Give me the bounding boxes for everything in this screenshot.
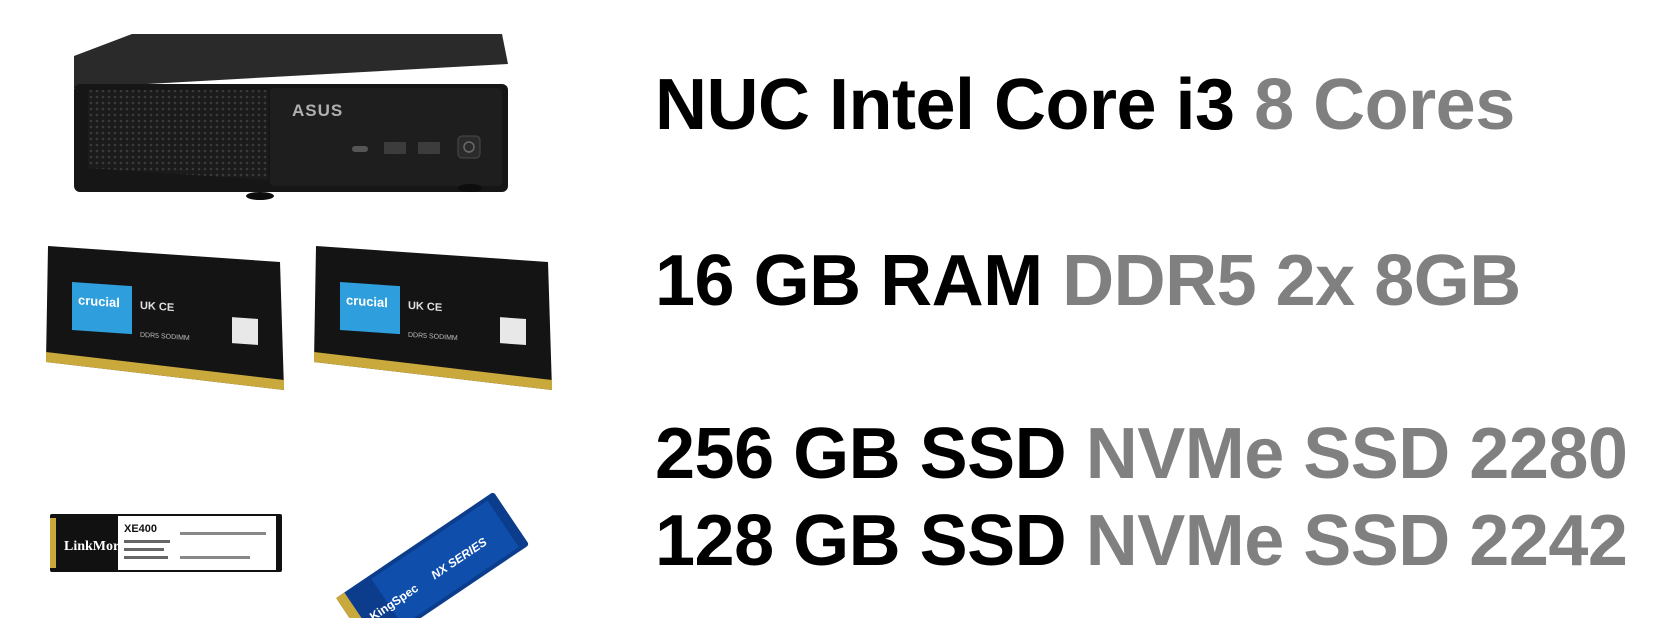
ssd-256-size: 256 GB SSD — [655, 414, 1067, 494]
cpu-cores: 8 Cores — [1254, 65, 1515, 145]
svg-text:XE400: XE400 — [124, 523, 157, 535]
ssd-128-size: 128 GB SSD — [655, 501, 1067, 581]
spec-line-ram: 16 GB RAM DDR5 2x 8GB — [655, 245, 1521, 317]
crucial-label-1: crucial — [78, 292, 120, 310]
ssd-128-type: NVMe SSD 2242 — [1085, 501, 1628, 581]
svg-text:UK CE: UK CE — [140, 300, 174, 314]
ssd-256-type: NVMe SSD 2280 — [1085, 414, 1628, 494]
nuc-mini-pc-image: ASUS — [70, 28, 510, 208]
crucial-label-2: crucial — [346, 292, 388, 310]
ram-size: 16 GB RAM — [655, 241, 1043, 321]
ram-type: DDR5 2x 8GB — [1062, 241, 1521, 321]
ram-module-image-1: crucial UK CE DDR5 SODIMM — [44, 240, 289, 400]
asus-logo: ASUS — [292, 101, 343, 120]
cpu-name: NUC Intel Core i3 — [655, 65, 1235, 145]
spec-line-cpu: NUC Intel Core i3 8 Cores — [655, 69, 1515, 141]
linkmore-brand: LinkMore — [64, 539, 125, 554]
spec-line-ssd-128: 128 GB SSD NVMe SSD 2242 — [655, 505, 1628, 577]
svg-text:UK CE: UK CE — [408, 300, 442, 314]
ssd-kingspec-image: KingSpec NX SERIES — [318, 448, 533, 636]
ssd-linkmore-image: LinkMore XE400 — [50, 510, 285, 580]
spec-line-ssd-256: 256 GB SSD NVMe SSD 2280 — [655, 418, 1628, 490]
ram-module-image-2: crucial UK CE DDR5 SODIMM — [312, 240, 557, 400]
